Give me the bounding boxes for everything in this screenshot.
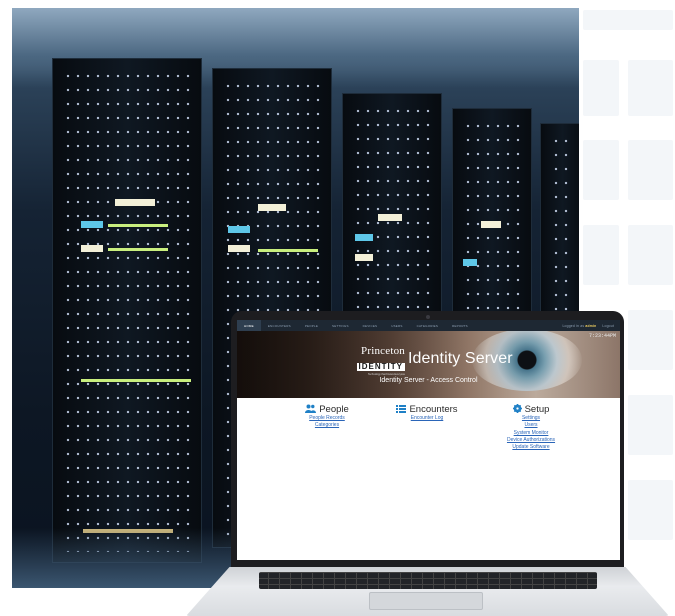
list-icon — [396, 404, 407, 415]
categories-link[interactable]: Categories — [272, 422, 382, 429]
users-link[interactable]: Users — [476, 422, 586, 429]
home-content: People People Records Categories Encount… — [237, 398, 620, 560]
nav-settings[interactable]: Settings — [325, 324, 356, 328]
nav-users[interactable]: Users — [384, 324, 409, 328]
header-banner: 7:23:44PM Princeton IDENTITY Technology … — [237, 331, 620, 398]
gear-icon — [512, 404, 522, 415]
nav-home[interactable]: Home — [237, 320, 261, 331]
background-tile — [583, 225, 619, 285]
background-tile — [628, 480, 673, 540]
page-subtitle: Identity Server - Access Control — [379, 377, 478, 384]
background-tile — [583, 140, 619, 200]
encounter-log-link[interactable]: Encounter Log — [372, 415, 482, 422]
server-rack — [52, 58, 202, 563]
nav-devices[interactable]: Devices — [356, 324, 385, 328]
background-tile — [583, 60, 619, 116]
encounters-heading: Encounters — [409, 404, 458, 415]
people-icon — [305, 404, 317, 415]
background-tile — [628, 225, 673, 285]
nav-people[interactable]: People — [298, 324, 325, 328]
people-section: People People Records Categories — [272, 404, 382, 430]
encounters-section: Encounters Encounter Log — [372, 404, 482, 422]
nav-encounters[interactable]: Encounters — [261, 324, 298, 328]
people-heading: People — [319, 404, 349, 415]
current-user[interactable]: admin — [585, 324, 596, 328]
background-tile — [628, 310, 673, 370]
marketing-composite: Home Encounters People Settings Devices … — [0, 0, 675, 616]
settings-link[interactable]: Settings — [476, 415, 586, 422]
laptop-screen: Home Encounters People Settings Devices … — [237, 320, 620, 560]
setup-heading: Setup — [524, 404, 550, 415]
nav-categories[interactable]: Categories — [410, 324, 445, 328]
clock: 7:23:44PM — [588, 333, 616, 339]
update-software-link[interactable]: Update Software — [476, 444, 586, 451]
background-tile — [628, 395, 673, 455]
product-title: Identity Server — [408, 350, 513, 367]
webcam-icon — [426, 315, 430, 319]
system-monitor-link[interactable]: System Monitor — [476, 430, 586, 437]
background-tile — [583, 10, 673, 30]
keyboard — [259, 572, 597, 589]
setup-section: Setup Settings Users System Monitor Devi… — [476, 404, 586, 451]
top-navbar: Home Encounters People Settings Devices … — [237, 320, 620, 331]
nav-reports[interactable]: Reports — [445, 324, 475, 328]
princeton-identity-logo: Princeton IDENTITY Technology that Knows… — [356, 345, 405, 376]
background-tile — [628, 140, 673, 200]
device-authorizations-link[interactable]: Device Authorizations — [476, 437, 586, 444]
logged-in-label: Logged in as admin — [562, 323, 597, 328]
background-tile — [628, 60, 673, 116]
trackpad — [369, 592, 483, 610]
people-records-link[interactable]: People Records — [272, 415, 382, 422]
logout-link[interactable]: Logout — [602, 324, 614, 328]
